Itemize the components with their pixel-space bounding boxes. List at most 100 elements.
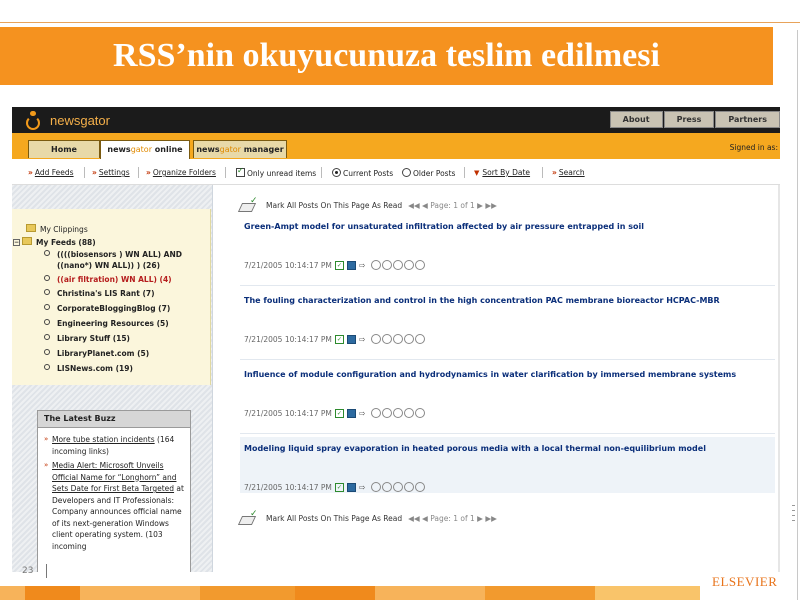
latest-buzz-list: More tube station incidents (164 incomin… [38,428,190,552]
forward-icon[interactable]: ⇨ [359,261,366,270]
my-feeds-folder[interactable]: − My Feeds (88) [13,237,96,247]
feed-item[interactable]: CorporateBloggingBlog (7) [44,304,170,313]
press-link[interactable]: Press [663,111,715,128]
tab-newsgator-manager[interactable]: newsgator manager [193,140,287,158]
top-rule [0,22,800,23]
my-clippings-folder[interactable]: My Clippings [26,224,88,234]
logo-text: newsgator [50,112,110,128]
feed-item[interactable]: LibraryPlanet.com (5) [44,349,149,358]
settings-link[interactable]: » Settings [92,168,130,177]
my-feeds-label: My Feeds (88) [36,238,96,247]
feed-bullet-icon [44,289,50,295]
save-icon[interactable] [346,408,356,418]
feed-item-continuation[interactable]: ((nano*) WN ALL)) ) (26) [57,261,160,270]
feed-label: ((air filtration) WN ALL) (4) [57,275,172,284]
mark-read-check-icon[interactable]: ✓ [334,334,344,344]
rating-stars[interactable] [370,260,425,270]
tab-bar: Home newsgator online newsgator manager … [12,133,780,160]
mark-read-check-icon[interactable]: ✓ [334,260,344,270]
mark-all-link[interactable]: Mark All Posts On This Page As Read [266,514,402,523]
mark-read-check-icon[interactable]: ✓ [334,482,344,492]
post-divider [240,285,775,286]
save-icon[interactable] [346,482,356,492]
partners-link[interactable]: Partners [715,111,780,128]
tab-online-suffix: online [152,145,183,154]
older-posts-label: Older Posts [413,169,456,178]
forward-icon[interactable]: ⇨ [359,335,366,344]
newsgator-logo-icon [24,111,42,130]
older-posts-radio[interactable]: Older Posts [402,168,455,178]
organize-folders-link[interactable]: » Organize Folders [146,168,216,177]
buzz-item[interactable]: More tube station incidents (164 incomin… [44,434,184,457]
forward-icon[interactable]: ⇨ [359,483,366,492]
tab-home[interactable]: Home [28,140,100,158]
top-bar: newsgator About Press Partners [12,107,780,133]
feed-label: LISNews.com (19) [57,364,133,373]
tab-home-label: Home [51,145,77,154]
mark-read-icon[interactable] [240,196,260,211]
feed-item-selected[interactable]: ((air filtration) WN ALL) (4) [44,275,172,284]
buzz-link[interactable]: More tube station incidents [52,435,155,444]
radio-icon [402,168,411,177]
post-title[interactable]: The fouling characterization and control… [244,296,720,305]
buzz-link[interactable]: Media Alert: Microsoft Unveils Official … [52,461,176,493]
tab-manager-highlight: gator [219,145,241,154]
edge-tick [792,510,795,511]
post-title[interactable]: Modeling liquid spray evaporation in hea… [244,444,706,453]
feed-item[interactable]: ((((biosensors ) WN ALL) AND [44,250,182,259]
post-date: 7/21/2005 10:14:17 PM [244,260,332,270]
rating-stars[interactable] [370,334,425,344]
page-label: Page: 1 of 1 [430,200,475,210]
post-title[interactable]: Green-Ampt model for unsaturated infiltr… [244,222,644,231]
feed-item[interactable]: Christina's LIS Rant (7) [44,289,155,298]
double-chevron-icon: » [146,168,151,177]
folder-icon [22,237,32,245]
divider [464,167,465,178]
feed-bullet-icon [44,250,50,256]
slide-right-line [797,30,798,600]
triangle-down-icon: ▼ [474,169,480,177]
post-date: 7/21/2005 10:14:17 PM [244,408,332,418]
feed-bullet-icon [44,319,50,325]
save-icon[interactable] [346,334,356,344]
feed-item[interactable]: Engineering Resources (5) [44,319,169,328]
elsevier-logo: ELSEVIER [712,574,778,589]
mark-all-link[interactable]: Mark All Posts On This Page As Read [266,201,402,210]
rating-stars[interactable] [370,408,425,418]
settings-label: Settings [98,168,130,177]
mark-read-check-icon[interactable]: ✓ [334,408,344,418]
post-meta: 7/21/2005 10:14:17 PM ✓ ⇨ [244,334,425,344]
feed-bullet-icon [44,334,50,340]
latest-buzz-heading: The Latest Buzz [38,411,190,428]
only-unread-checkbox[interactable]: Only unread items [236,166,317,178]
feed-bullet-icon [44,275,50,281]
about-link[interactable]: About [609,111,663,128]
tab-manager-prefix: news [196,145,220,154]
feed-item[interactable]: LISNews.com (19) [44,364,133,373]
footer-color-bar [0,586,800,600]
slide-number: 23 [22,566,34,576]
forward-icon[interactable]: ⇨ [359,409,366,418]
divider [138,167,139,178]
feed-label: Christina's LIS Rant (7) [57,289,155,298]
current-posts-label: Current Posts [343,169,394,178]
post-title[interactable]: Influence of module configuration and hy… [244,370,736,379]
sort-by-date-dropdown[interactable]: ▼ Sort By Date [474,168,530,177]
feed-bullet-icon [44,349,50,355]
radio-selected-icon [332,168,341,177]
feed-label: CorporateBloggingBlog (7) [57,304,171,313]
add-feeds-link[interactable]: » Add Feeds [28,168,74,177]
newsgator-logo[interactable]: newsgator [24,110,110,130]
only-unread-label: Only unread items [247,169,317,178]
feed-item[interactable]: Library Stuff (15) [44,334,130,343]
current-posts-radio[interactable]: Current Posts [332,168,393,178]
tab-newsgator-online[interactable]: newsgator online [100,140,190,160]
rating-stars[interactable] [370,482,425,492]
buzz-item[interactable]: Media Alert: Microsoft Unveils Official … [44,460,184,552]
search-label: Search [558,168,585,177]
mark-read-icon[interactable] [240,509,260,524]
search-link[interactable]: » Search [552,168,585,177]
double-chevron-icon: » [28,168,33,177]
save-icon[interactable] [346,260,356,270]
scrollbar[interactable] [778,185,780,572]
